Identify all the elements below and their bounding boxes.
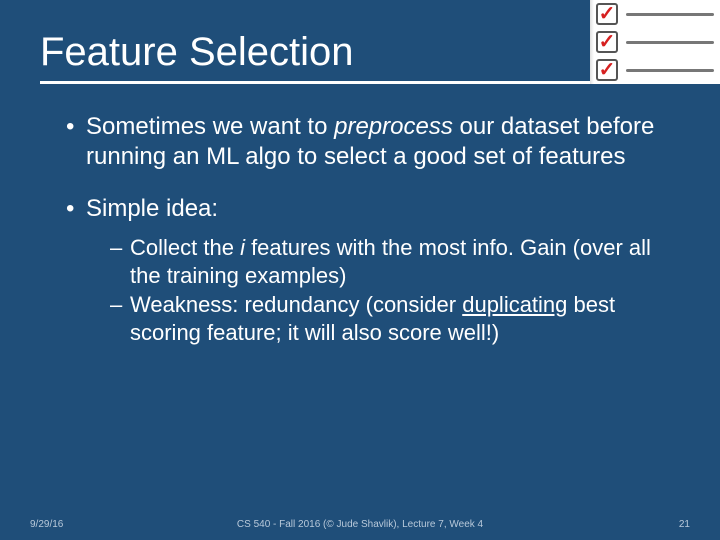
underline-duplicating: duplicating bbox=[462, 292, 567, 317]
checklist-edge bbox=[590, 0, 594, 84]
bullet-simple-idea: Simple idea: bbox=[66, 194, 680, 224]
slide-footer: 9/29/16 CS 540 - Fall 2016 (© Jude Shavl… bbox=[0, 519, 720, 530]
sub-bullet-collect: Collect the i features with the most inf… bbox=[110, 234, 680, 289]
bullet-preprocess: Sometimes we want to preprocess our data… bbox=[66, 112, 680, 172]
slide-title: Feature Selection bbox=[40, 30, 680, 75]
text: Weakness: redundancy (consider bbox=[130, 292, 462, 317]
checklist-line bbox=[626, 69, 714, 72]
text: Collect the bbox=[130, 235, 240, 260]
checkmark-icon: ✓ bbox=[599, 60, 616, 80]
checklist-line bbox=[626, 13, 714, 16]
footer-date: 9/29/16 bbox=[30, 519, 63, 530]
checklist-row: ✓ bbox=[590, 28, 720, 56]
text: Sometimes we want to bbox=[86, 113, 334, 140]
emphasis-preprocess: preprocess bbox=[334, 113, 453, 140]
checklist-row: ✓ bbox=[590, 56, 720, 84]
checkbox-icon: ✓ bbox=[596, 3, 618, 25]
checklist-image: ✓ ✓ ✓ bbox=[590, 0, 720, 84]
checklist-line bbox=[626, 41, 714, 44]
title-underline bbox=[40, 81, 680, 84]
footer-page-number: 21 bbox=[679, 519, 690, 530]
checklist-row: ✓ bbox=[590, 0, 720, 28]
sub-bullet-group: Collect the i features with the most inf… bbox=[110, 234, 680, 346]
checkmark-icon: ✓ bbox=[599, 4, 616, 24]
sub-bullet-weakness: Weakness: redundancy (consider duplicati… bbox=[110, 291, 680, 346]
checkmark-icon: ✓ bbox=[599, 32, 616, 52]
checkbox-icon: ✓ bbox=[596, 31, 618, 53]
footer-course-info: CS 540 - Fall 2016 (© Jude Shavlik), Lec… bbox=[237, 519, 483, 530]
slide: ✓ ✓ ✓ Feature Selection Sometimes we wan… bbox=[0, 0, 720, 540]
checkbox-icon: ✓ bbox=[596, 59, 618, 81]
